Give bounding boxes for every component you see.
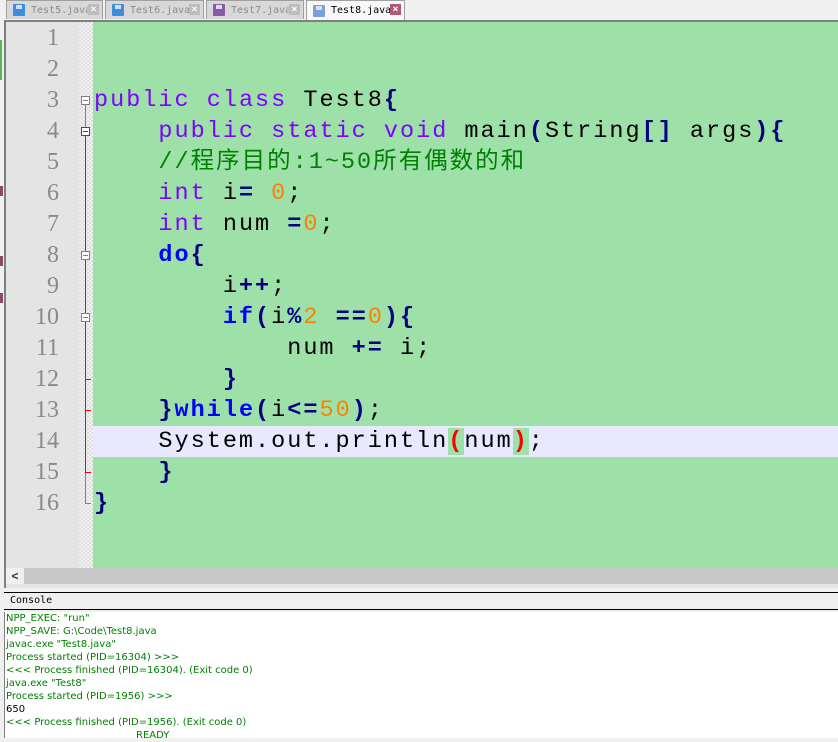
line-number: 12 xyxy=(35,366,59,392)
line-number: 8 xyxy=(47,242,59,268)
code-line[interactable]: do{ xyxy=(93,240,838,271)
save-icon xyxy=(112,4,124,16)
code-text: } xyxy=(94,490,111,517)
fold-guide-line xyxy=(85,105,86,127)
code-text: public static void main(String[] args){ xyxy=(158,118,787,145)
close-icon[interactable]: × xyxy=(289,4,300,15)
code-line[interactable]: int i= 0; xyxy=(93,178,838,209)
line-number: 9 xyxy=(47,273,59,299)
fold-end-tick xyxy=(85,379,91,380)
fold-toggle-icon[interactable] xyxy=(81,96,90,105)
code-text: do{ xyxy=(158,242,207,269)
fold-margin xyxy=(79,22,93,568)
close-icon[interactable]: × xyxy=(390,4,401,15)
code-text: int i= 0; xyxy=(158,180,304,207)
save-icon xyxy=(13,4,25,16)
code-text: } xyxy=(222,366,239,393)
code-line[interactable]: int num =0; xyxy=(93,209,838,240)
code-line[interactable]: } xyxy=(93,488,838,519)
code-text: i++; xyxy=(94,273,288,300)
console-log-line: READY xyxy=(136,730,170,741)
code-line[interactable] xyxy=(93,23,838,54)
code-line[interactable]: }while(i<=50); xyxy=(93,395,838,426)
code-text: System.out.println(num); xyxy=(94,428,545,455)
code-editor[interactable]: public class Test8{ public static void m… xyxy=(93,22,838,568)
line-number: 5 xyxy=(47,149,59,175)
code-line[interactable]: public static void main(String[] args){ xyxy=(93,116,838,147)
line-number: 15 xyxy=(35,459,59,485)
line-number: 7 xyxy=(47,211,59,237)
line-number: 14 xyxy=(35,428,59,454)
side-marker xyxy=(0,293,3,303)
code-line[interactable] xyxy=(93,54,838,85)
fold-guide-line xyxy=(85,136,86,472)
console-log-line: NPP_SAVE: G:\Code\Test8.java xyxy=(6,626,157,637)
line-number: 13 xyxy=(35,397,59,423)
code-line[interactable]: i++; xyxy=(93,271,838,302)
code-line[interactable]: num += i; xyxy=(93,333,838,364)
save-icon xyxy=(313,4,325,17)
code-text: num += i; xyxy=(94,335,433,362)
console-log-line: NPP_EXEC: "run" xyxy=(6,613,90,624)
tab-test6[interactable]: Test6.java × xyxy=(105,0,204,19)
tab-test5[interactable]: Test5.java × xyxy=(6,0,103,19)
code-line[interactable]: } xyxy=(93,457,838,488)
code-text: public class Test8{ xyxy=(94,87,400,114)
horizontal-scrollbar[interactable]: < xyxy=(6,568,838,584)
fold-toggle-icon[interactable] xyxy=(81,127,90,136)
code-text: } xyxy=(158,459,175,486)
code-text: int num =0; xyxy=(158,211,336,238)
console-output-line: 650 xyxy=(6,704,26,715)
console-log-line: Process started (PID=16304) >>> xyxy=(6,652,180,663)
line-number: 16 xyxy=(35,490,59,516)
code-line[interactable]: } xyxy=(93,364,838,395)
line-number: 6 xyxy=(47,180,59,206)
close-icon[interactable]: × xyxy=(189,4,200,15)
line-number-gutter: 1 2 3 4 5 6 7 8 9 10 11 12 13 14 15 16 xyxy=(6,22,79,568)
tab-test7[interactable]: Test7.java × xyxy=(206,0,304,19)
fold-toggle-icon[interactable] xyxy=(81,313,90,322)
console-log-line: java.exe "Test8" xyxy=(6,678,87,689)
console-log-line: Process started (PID=1956) >>> xyxy=(6,691,173,702)
line-number: 4 xyxy=(47,118,59,144)
fold-end-tick xyxy=(85,503,91,504)
console-output[interactable]: NPP_EXEC: "run" NPP_SAVE: G:\Code\Test8.j… xyxy=(4,612,838,741)
close-icon[interactable]: × xyxy=(88,4,99,15)
line-number: 1 xyxy=(47,25,59,51)
code-text: //程序目的:1~50所有偶数的和 xyxy=(158,149,527,176)
tab-label: Test6.java xyxy=(130,4,191,16)
save-icon xyxy=(213,4,225,16)
console-log-line: <<< Process finished (PID=16304). (Exit … xyxy=(6,665,253,676)
side-marker xyxy=(0,256,3,266)
line-number: 3 xyxy=(47,87,59,113)
line-number: 11 xyxy=(35,335,59,361)
console-title: Console xyxy=(4,592,838,610)
side-marker xyxy=(0,40,2,80)
tab-label: Test8.java xyxy=(331,5,392,16)
tab-bar: Test5.java × Test6.java × Test7.java × T… xyxy=(0,0,838,20)
console-log-line: <<< Process finished (PID=1956). (Exit c… xyxy=(6,717,247,728)
fold-end-tick xyxy=(85,410,91,411)
code-line-current[interactable]: System.out.println(num); xyxy=(93,426,838,457)
side-marker xyxy=(0,186,3,196)
code-text: if(i%2 ==0){ xyxy=(222,304,417,331)
code-line[interactable]: if(i%2 ==0){ xyxy=(93,302,838,333)
scroll-left-icon[interactable]: < xyxy=(6,568,24,584)
code-line[interactable]: public class Test8{ xyxy=(93,85,838,116)
fold-end-tick xyxy=(85,472,91,473)
tab-label: Test7.java xyxy=(231,4,292,16)
code-line[interactable]: //程序目的:1~50所有偶数的和 xyxy=(93,147,838,178)
fold-toggle-icon[interactable] xyxy=(81,251,90,260)
code-text: }while(i<=50); xyxy=(158,397,384,424)
line-number: 10 xyxy=(35,304,59,330)
fold-guide-line xyxy=(85,472,86,503)
tab-label: Test5.java xyxy=(31,4,92,16)
console-log-line: javac.exe "Test8.java" xyxy=(6,639,116,650)
tab-test8[interactable]: Test8.java × xyxy=(306,0,405,20)
line-number: 2 xyxy=(47,56,59,82)
